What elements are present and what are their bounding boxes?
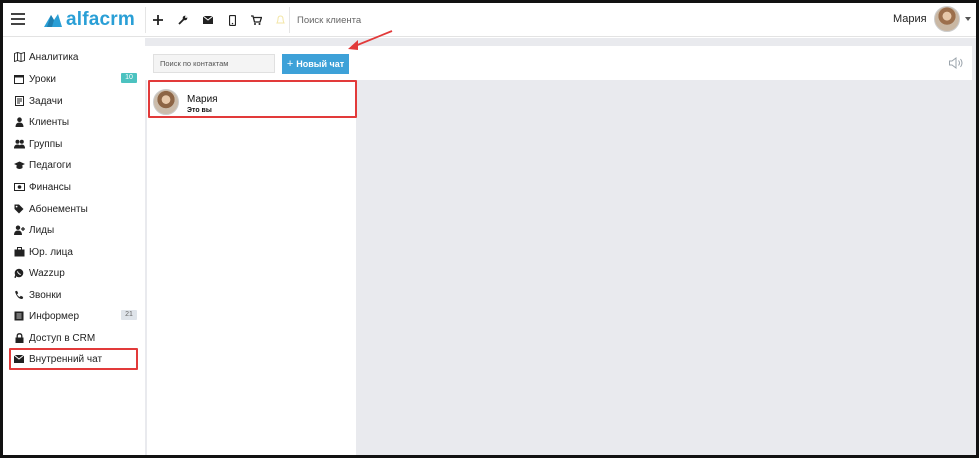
tasks-icon [13,95,25,107]
money-icon [13,181,25,193]
tag-icon [13,203,25,215]
sidebar-item-calls[interactable]: Звонки [13,286,141,304]
sidebar-item-label: Аналитика [29,51,79,63]
sidebar-item-label: Информер [29,310,80,322]
avatar[interactable] [934,6,960,32]
sidebar-item-analytics[interactable]: Аналитика [13,48,141,66]
sidebar-item-subscriptions[interactable]: Абонементы [13,200,141,218]
sidebar-item-label: Лиды [29,224,55,236]
logo-mark-icon [44,14,62,27]
client-search-input[interactable] [297,13,437,27]
sidebar-item-label: Финансы [29,181,71,193]
sidebar-item-tasks[interactable]: Задачи [13,92,141,110]
sidebar-item-label: Группы [29,138,63,150]
menu-icon[interactable] [11,13,25,25]
sidebar-item-wazzup[interactable]: Wazzup [13,264,141,282]
plus-icon[interactable] [146,3,170,37]
plus-icon: + [286,58,294,70]
chat-list: Мария Это вы [147,80,356,455]
new-chat-label: Новый чат [296,59,345,69]
sidebar-item-label: Задачи [29,95,63,107]
top-bar: alfacrm Мария [3,3,976,37]
informer-count-badge: 21 [121,310,137,320]
sidebar-item-leads[interactable]: Лиды [13,221,141,239]
logo-text: alfacrm [66,9,135,30]
sidebar-item-label: Доступ в CRM [29,332,96,344]
sidebar-item-label: Педагоги [29,159,72,171]
lessons-count-badge: 10 [121,73,137,83]
lock-icon [13,332,25,344]
app-window: alfacrm Мария Аналитика [0,0,979,458]
internal-chat-highlight [9,348,138,370]
contact-search-input[interactable] [153,54,275,73]
chat-item-highlight [148,80,357,118]
speaker-icon[interactable] [948,56,964,70]
cart-icon[interactable] [244,3,268,37]
sidebar-item-groups[interactable]: Группы [13,135,141,153]
envelope-icon[interactable] [196,3,220,37]
sidebar-item-label: Абонементы [29,203,88,215]
sidebar-item-label: Юр. лица [29,246,73,258]
new-chat-button[interactable]: + Новый чат [282,54,349,74]
chat-toolbar: + Новый чат [145,46,972,80]
sidebar: Аналитика Уроки 10 Задачи Клиенты Группы… [3,38,145,455]
user-name[interactable]: Мария [893,13,927,25]
sidebar-item-crm-access[interactable]: Доступ в CRM [13,329,141,347]
map-icon [13,51,25,63]
sidebar-item-informer[interactable]: Информер 21 [13,307,141,325]
calendar-icon [13,73,25,85]
sidebar-item-clients[interactable]: Клиенты [13,113,141,131]
sidebar-item-teachers[interactable]: Педагоги [13,156,141,174]
user-plus-icon [13,224,25,236]
phone-icon [13,289,25,301]
logo[interactable]: alfacrm [43,9,135,31]
annotation-arrow-icon [348,30,393,50]
divider [289,7,290,33]
sidebar-item-finance[interactable]: Финансы [13,178,141,196]
sidebar-item-label: Звонки [29,289,62,301]
sidebar-item-label: Wazzup [29,267,65,279]
sidebar-item-label: Клиенты [29,116,70,128]
briefcase-icon [13,246,25,258]
mobile-icon[interactable] [220,3,244,37]
chevron-down-icon[interactable] [965,17,971,21]
wrench-icon[interactable] [171,3,195,37]
sidebar-item-lessons[interactable]: Уроки 10 [13,70,141,88]
users-icon [13,138,25,150]
sidebar-item-legal-entities[interactable]: Юр. лица [13,243,141,261]
sidebar-item-label: Уроки [29,73,56,85]
list-icon [13,310,25,322]
chat-main: + Новый чат Мария Это вы [145,38,976,455]
user-icon [13,116,25,128]
whatsapp-icon [13,267,25,279]
graduation-cap-icon [13,159,25,171]
